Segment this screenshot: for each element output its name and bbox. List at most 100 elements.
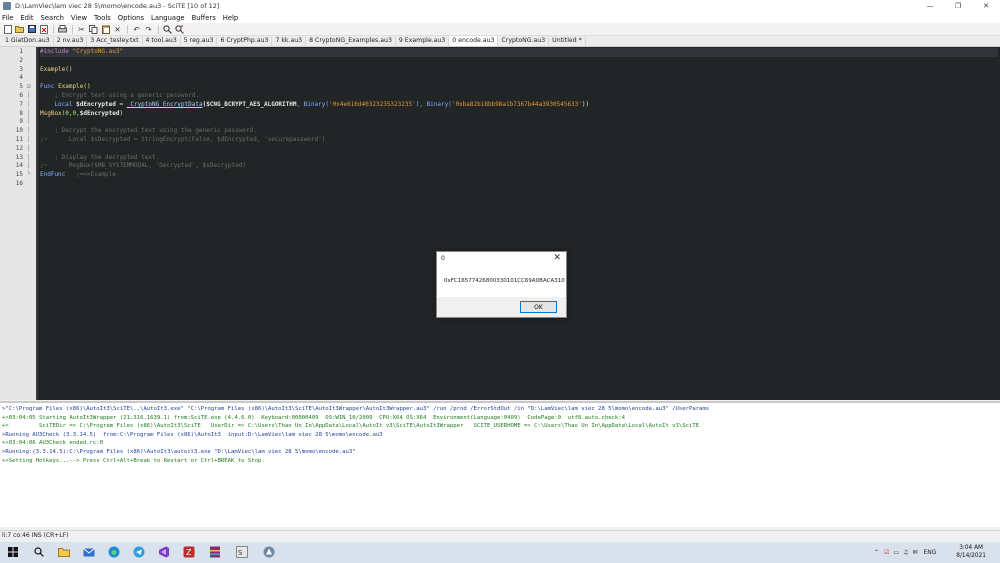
windows-start-icon[interactable] <box>6 545 20 559</box>
menu-tools[interactable]: Tools <box>94 14 111 22</box>
line-number: 8 <box>19 109 23 117</box>
tab-untitled[interactable]: Untitled * <box>549 36 586 46</box>
svg-text:Z: Z <box>186 548 192 557</box>
scite-app-icon <box>3 2 11 10</box>
edge-icon[interactable] <box>107 545 121 559</box>
fold-line-icon: │ <box>27 136 31 143</box>
code-line-6: ; Encrypt text using a generic password. <box>40 92 199 101</box>
tab-encode[interactable]: 0 encode.au3 <box>449 36 499 46</box>
menu-help[interactable]: Help <box>223 14 239 22</box>
output-line: +>03:04:06 AU3Check ended.rc:0 <box>2 440 104 447</box>
language-indicator[interactable]: ENG <box>924 549 937 556</box>
search-icon[interactable] <box>32 545 46 559</box>
filezilla-icon[interactable]: Z <box>182 545 196 559</box>
code-line-1: #include "CryptoNG.au3" <box>40 48 998 57</box>
undo-icon[interactable]: ↶ <box>131 24 142 35</box>
delete-icon[interactable]: ✕ <box>112 24 123 35</box>
toolbar-separator <box>72 24 73 34</box>
volume-icon[interactable]: ♫ <box>903 549 908 556</box>
line-number: 1 <box>19 48 23 55</box>
code-token: EndFunc <box>40 171 66 179</box>
save-icon[interactable] <box>26 24 37 35</box>
close-icon[interactable]: ✕ <box>972 0 1000 12</box>
menu-search[interactable]: Search <box>41 14 64 22</box>
menu-file[interactable]: File <box>2 14 13 22</box>
clock-time: 3:04 AM <box>959 545 984 551</box>
file-explorer-icon[interactable] <box>57 545 71 559</box>
copy-icon[interactable] <box>88 24 99 35</box>
fold-line-icon: │ <box>27 127 31 135</box>
tab-reg[interactable]: 5 reg.au3 <box>181 36 218 46</box>
buffer-tabs: 1 GiatDon.au3 2 nv.au3 3 Acc_tesley.txt … <box>0 36 1000 47</box>
tab-acc-tesley[interactable]: 3 Acc_tesley.txt <box>87 36 143 46</box>
code-token: $dEncrypted <box>76 100 116 108</box>
paste-icon[interactable] <box>100 24 111 35</box>
tab-nv[interactable]: 2 nv.au3 <box>54 36 88 46</box>
new-file-icon[interactable] <box>2 24 13 35</box>
code-token: Local <box>40 100 77 108</box>
ok-button[interactable]: OK <box>520 301 557 313</box>
line-number: 11 <box>15 136 23 143</box>
fold-line-icon: │ <box>27 118 31 126</box>
scite-icon[interactable]: S <box>235 545 249 559</box>
fold-line-icon: │ <box>27 162 31 170</box>
line-number: 10 <box>15 127 23 135</box>
find-icon[interactable] <box>162 24 173 35</box>
line-number: 4 <box>19 74 23 82</box>
winrar-icon[interactable] <box>208 545 222 559</box>
tab-example[interactable]: 9 Example.au3 <box>396 36 450 46</box>
tab-cryptong[interactable]: CryptoNG.au3 <box>498 36 550 46</box>
clock-date: 8/14/2021 <box>956 553 986 559</box>
tab-cryptphp[interactable]: 6 CryptPhp.au3 <box>217 36 273 46</box>
telegram-icon[interactable] <box>132 545 146 559</box>
line-number: 15 <box>15 171 23 179</box>
code-token: '0xba82b18bb98a1b7367b44a3930545633' <box>451 100 582 108</box>
menu-view[interactable]: View <box>71 14 87 22</box>
menu-options[interactable]: Options <box>118 14 144 22</box>
code-token: '0x4e616d40323235323235' <box>329 100 416 108</box>
minimize-icon[interactable]: — <box>916 0 944 12</box>
tab-kk[interactable]: 7 kk.au3 <box>272 36 307 46</box>
maximize-icon[interactable]: ❐ <box>944 0 972 12</box>
window-title: D:\LamViec\lam viec 28 5\momo\encode.au3… <box>15 2 220 10</box>
fold-end-icon: └ <box>27 171 31 179</box>
code-token: ;~ Local $sDecrypted = StringEncrypt(Fal… <box>40 136 326 143</box>
fold-collapse-icon[interactable]: ⊟ <box>27 83 33 92</box>
output-pane[interactable]: >"C:\Program Files (x86)\AutoIt3\SciTE\.… <box>0 401 1000 527</box>
autoit-icon[interactable] <box>262 545 276 559</box>
menu-language[interactable]: Language <box>151 14 185 22</box>
code-editor[interactable]: 1 2 3 4 5 6 7 8 9 10 11 12 13 14 15 16 ⊟… <box>0 47 1000 400</box>
code-line-11: ;~ Local $sDecrypted = StringEncrypt(Fal… <box>40 136 325 145</box>
code-token: ) <box>119 109 124 117</box>
open-icon[interactable] <box>14 24 25 35</box>
toolbar-separator <box>53 24 54 34</box>
menu-buffers[interactable]: Buffers <box>192 14 216 22</box>
tab-giatdon[interactable]: 1 GiatDon.au3 <box>2 36 54 46</box>
windows-taskbar: Z S ⌃ ☑ ▭ ♫ ✉ ENG 3:04 AM 8/14/2021 <box>0 542 1000 563</box>
code-token: , Binary( <box>296 100 330 108</box>
replace-icon[interactable] <box>174 24 185 35</box>
title-bar: D:\LamViec\lam viec 28 5\momo\encode.au3… <box>0 0 1000 12</box>
line-number: 9 <box>19 118 23 126</box>
editor-margin <box>36 47 38 400</box>
code-token: ), Binary( <box>415 100 452 108</box>
code-token: = <box>115 100 127 108</box>
chevron-up-icon[interactable]: ⌃ <box>874 549 879 556</box>
close-file-icon[interactable] <box>38 24 49 35</box>
visual-studio-icon[interactable] <box>157 545 171 559</box>
dialog-close-icon[interactable]: ✕ <box>553 253 561 263</box>
dialog-title: 0 <box>441 255 445 262</box>
taskbar-clock[interactable]: 3:04 AM 8/14/2021 <box>956 544 986 560</box>
print-icon[interactable] <box>57 24 68 35</box>
tab-cryptong-examples[interactable]: 8 CryptoNG_Examples.au3 <box>306 36 396 46</box>
network-icon[interactable]: ▭ <box>893 549 899 556</box>
cut-icon[interactable]: ✂ <box>76 24 87 35</box>
code-line-15: EndFunc ;==>Example <box>40 171 116 180</box>
antivirus-icon[interactable]: ☑ <box>884 549 889 556</box>
tab-tool[interactable]: 4 tool.au3 <box>143 36 181 46</box>
menu-edit[interactable]: Edit <box>20 14 33 22</box>
mail-icon[interactable] <box>82 545 96 559</box>
notification-icon[interactable]: ✉ <box>912 549 917 556</box>
redo-icon[interactable]: ↷ <box>143 24 154 35</box>
code-token: ; Encrypt text using a generic password. <box>40 92 199 99</box>
